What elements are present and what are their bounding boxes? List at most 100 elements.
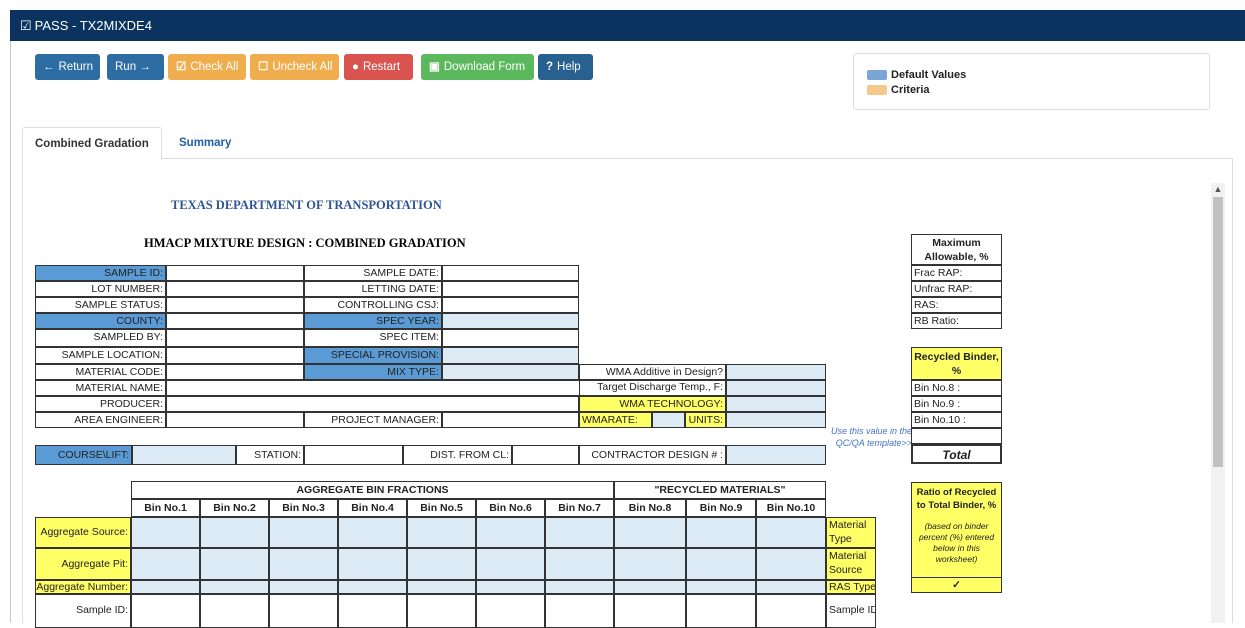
agency-heading: TEXAS DEPARTMENT OF TRANSPORTATION xyxy=(171,198,442,212)
wma-additive-field[interactable] xyxy=(726,364,826,380)
bin-cell[interactable] xyxy=(614,517,686,548)
bin-cell[interactable] xyxy=(269,517,338,548)
bin-cell[interactable] xyxy=(131,548,200,580)
bin-cell[interactable] xyxy=(269,548,338,580)
vertical-scrollbar[interactable]: ▲ xyxy=(1211,183,1225,623)
letting-date-label: LETTING DATE: xyxy=(304,281,442,297)
help-button[interactable]: ? Help xyxy=(538,54,593,80)
scrollbar-thumb[interactable] xyxy=(1213,197,1223,467)
material-code-field[interactable] xyxy=(166,364,304,380)
bin-cell[interactable] xyxy=(269,580,338,594)
return-button[interactable]: ← Return xyxy=(35,54,100,80)
bin10-binder-label: Bin No.10 : xyxy=(911,412,1002,428)
bin-cell[interactable] xyxy=(476,517,545,548)
frac-rap-label: Frac RAP: xyxy=(911,265,1002,281)
bin-cell[interactable] xyxy=(131,580,200,594)
bin-cell[interactable] xyxy=(545,580,614,594)
wma-technology-label: WMA TECHNOLOGY: xyxy=(579,396,726,412)
bin-cell[interactable] xyxy=(614,548,686,580)
aggregate-number-label: Aggregate Number: xyxy=(35,580,131,594)
dist-from-cl-label: DIST. FROM CL: xyxy=(403,445,512,465)
spec-item-field[interactable] xyxy=(442,329,579,347)
tab-combined-gradation[interactable]: Combined Gradation xyxy=(22,127,162,160)
county-field[interactable] xyxy=(166,313,304,329)
wmarate-field[interactable] xyxy=(652,412,685,428)
bin-cell[interactable] xyxy=(338,548,407,580)
aggregate-pit-label: Aggregate Pit: xyxy=(35,548,131,580)
ratio-check: ✓ xyxy=(911,577,1002,593)
bin-cell[interactable] xyxy=(476,580,545,594)
bin-cell[interactable] xyxy=(614,580,686,594)
sampled-by-label: SAMPLED BY: xyxy=(35,329,166,347)
bin-cell[interactable] xyxy=(200,517,269,548)
bin-cell[interactable] xyxy=(686,517,756,548)
county-label: COUNTY: xyxy=(35,313,166,329)
bin-cell[interactable] xyxy=(407,548,476,580)
sample-status-label: SAMPLE STATUS: xyxy=(35,297,166,313)
mix-type-field[interactable] xyxy=(442,364,579,380)
qcqa-note: Use this value in the QC/QA template>> xyxy=(830,426,912,448)
contractor-design-field[interactable] xyxy=(726,445,826,465)
bin-cell[interactable] xyxy=(338,517,407,548)
bin-cell[interactable] xyxy=(131,517,200,548)
area-engineer-label: AREA ENGINEER: xyxy=(35,412,166,428)
check-all-button[interactable]: ☑ Check All xyxy=(168,54,246,80)
letting-date-field[interactable] xyxy=(442,281,579,297)
aggregate-source-label: Aggregate Source: xyxy=(35,517,131,548)
producer-field[interactable] xyxy=(166,396,579,412)
bin-cell[interactable] xyxy=(686,580,756,594)
lot-number-field[interactable] xyxy=(166,281,304,297)
unfrac-rap-label: Unfrac RAP: xyxy=(911,281,1002,297)
bin-cell[interactable] xyxy=(545,548,614,580)
download-form-button[interactable]: ▣ Download Form xyxy=(421,54,534,80)
uncheck-all-button[interactable]: ☐ Uncheck All xyxy=(250,54,339,80)
bin-cell[interactable] xyxy=(756,580,826,594)
tab-summary[interactable]: Summary xyxy=(167,127,243,160)
sample-date-field[interactable] xyxy=(442,265,579,281)
bin-cell[interactable] xyxy=(338,580,407,594)
bin-cell[interactable] xyxy=(476,548,545,580)
bin9-binder-label: Bin No.9 : xyxy=(911,396,1002,412)
run-button[interactable]: Run → xyxy=(107,54,164,80)
scroll-up-icon[interactable]: ▲ xyxy=(1213,183,1223,195)
sampled-by-field[interactable] xyxy=(166,329,304,347)
sample-id-field[interactable] xyxy=(166,265,304,281)
target-temp-field[interactable] xyxy=(726,380,826,396)
exclamation-circle-icon: ● xyxy=(352,61,359,73)
sample-status-field[interactable] xyxy=(166,297,304,313)
units-label: UNITS: xyxy=(685,412,726,428)
course-lift-label: COURSE\LIFT: xyxy=(35,445,132,465)
form-title: HMACP MIXTURE DESIGN : COMBINED GRADATIO… xyxy=(144,236,466,250)
bin-header: Bin No.7 xyxy=(545,499,614,517)
bin-header: Bin No.6 xyxy=(476,499,545,517)
station-field[interactable] xyxy=(304,445,403,465)
units-field[interactable] xyxy=(726,412,826,428)
restart-button[interactable]: ● Restart xyxy=(344,54,413,80)
dist-from-cl-field[interactable] xyxy=(512,445,579,465)
aggregate-bin-header: AGGREGATE BIN FRACTIONS xyxy=(131,481,614,499)
bin-cell[interactable] xyxy=(756,517,826,548)
bin-cell[interactable] xyxy=(407,580,476,594)
ras-label: RAS: xyxy=(911,297,1002,313)
area-engineer-field[interactable] xyxy=(166,412,304,428)
bin-cell[interactable] xyxy=(200,548,269,580)
floppy-disk-icon: ▣ xyxy=(429,61,440,73)
course-lift-field[interactable] xyxy=(132,445,236,465)
mix-type-label: MIX TYPE: xyxy=(304,364,442,380)
wma-technology-field[interactable] xyxy=(726,396,826,412)
bin-cell[interactable] xyxy=(407,517,476,548)
sample-id-label: SAMPLE ID: xyxy=(35,265,166,281)
sample-date-label: SAMPLE DATE: xyxy=(304,265,442,281)
sample-location-field[interactable] xyxy=(166,347,304,364)
check-square-icon: ☑ xyxy=(176,61,187,73)
spec-year-field[interactable] xyxy=(442,313,579,329)
controlling-csj-field[interactable] xyxy=(442,297,579,313)
special-provision-field[interactable] xyxy=(442,347,579,364)
bin8-binder-label: Bin No.8 : xyxy=(911,380,1002,396)
bin-cell[interactable] xyxy=(686,548,756,580)
project-manager-field[interactable] xyxy=(442,412,579,428)
bin-cell[interactable] xyxy=(200,580,269,594)
target-temp-label: Target Discharge Temp., F: xyxy=(579,380,726,396)
bin-cell[interactable] xyxy=(545,517,614,548)
bin-cell[interactable] xyxy=(756,548,826,580)
